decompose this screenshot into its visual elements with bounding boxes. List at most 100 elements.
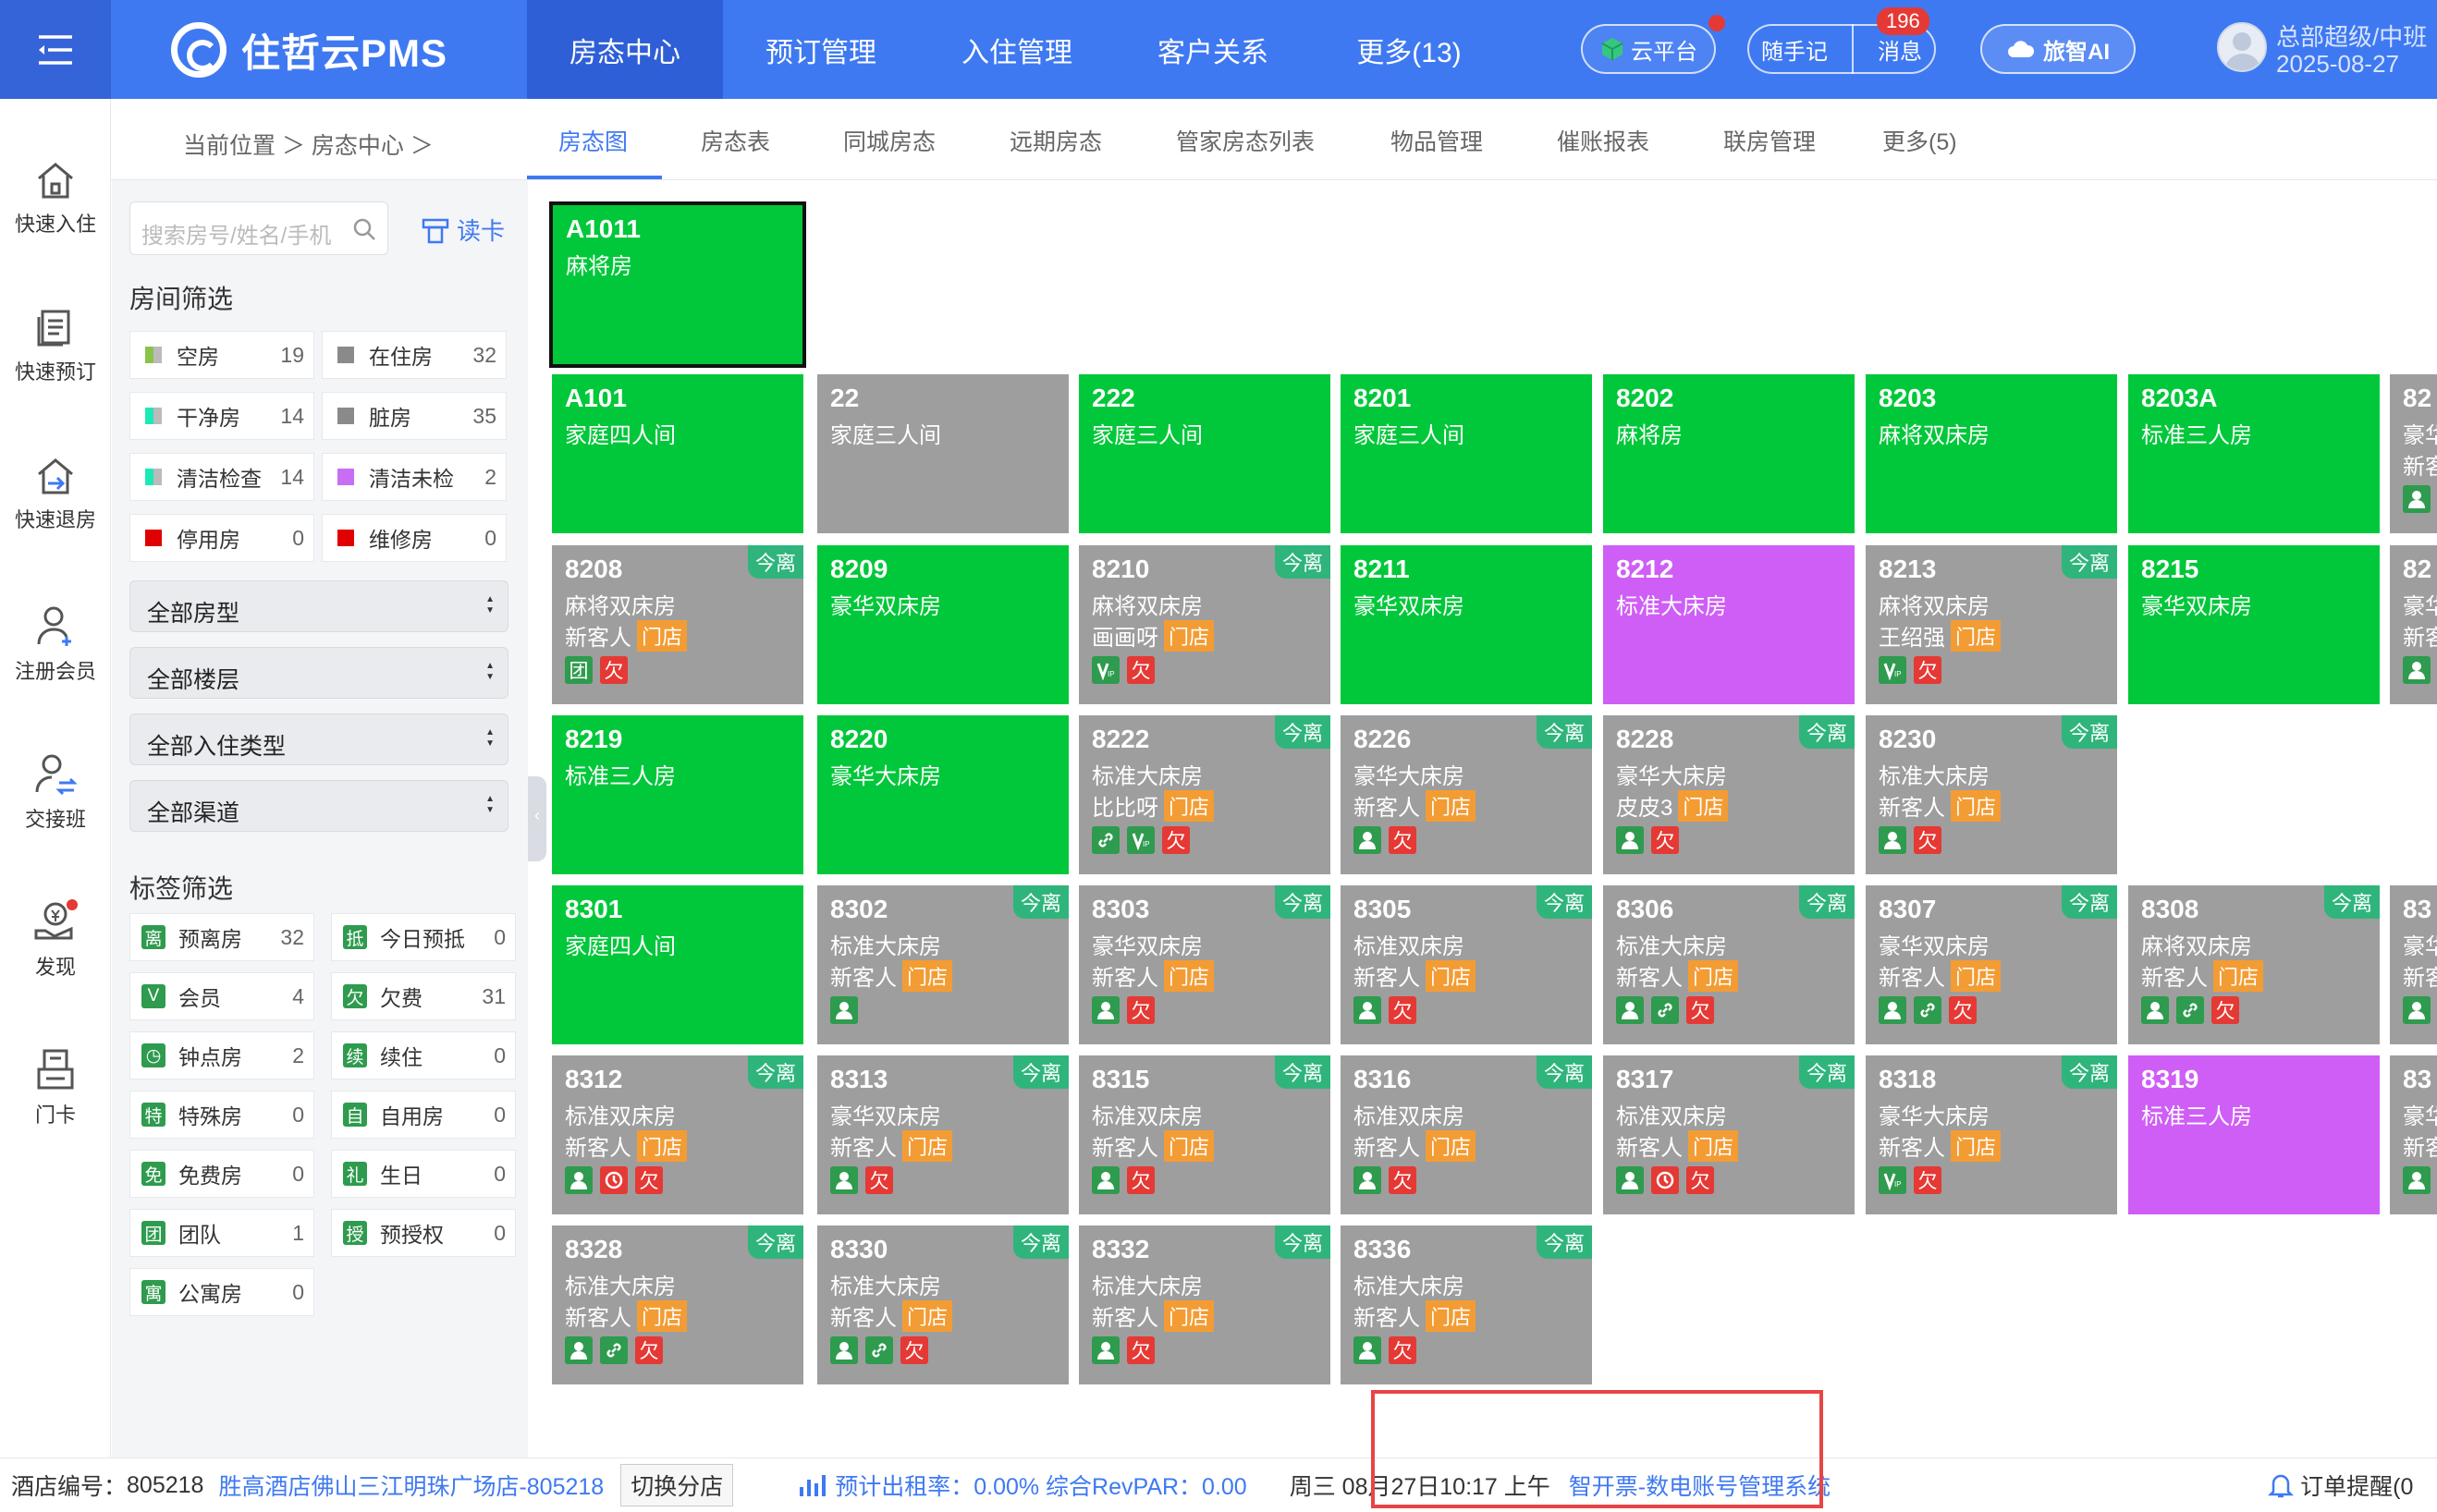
stat-out-of-service[interactable]: 停用房 0 xyxy=(129,514,314,562)
room-card-8228[interactable]: 8228 豪华大床房 皮皮3 门店 今离欠 xyxy=(1603,715,1855,874)
order-reminder[interactable]: 订单提醒(0 xyxy=(2300,1469,2413,1502)
room-card-8328[interactable]: 8328 标准大床房 新客人 门店 今离欠 xyxy=(552,1225,803,1384)
menu-toggle-button[interactable] xyxy=(0,0,111,99)
read-card-button[interactable]: 读卡 xyxy=(422,213,505,247)
stat-clean[interactable]: 干净房 14 xyxy=(129,392,314,440)
room-card-8203A[interactable]: 8203A 标准三人房 xyxy=(2128,374,2380,533)
cloud-platform-button[interactable]: 云平台 xyxy=(1581,24,1716,74)
room-card-8319[interactable]: 8319 标准三人房 xyxy=(2128,1055,2380,1214)
room-card-A1011[interactable]: A1011 麻将房 xyxy=(549,201,806,368)
room-card-8301[interactable]: 8301 家庭四人间 xyxy=(552,885,803,1044)
collapse-panel-handle[interactable]: ‹ xyxy=(528,776,546,861)
rail-quick-reservation[interactable]: 快速预订 xyxy=(0,308,111,385)
stat-dirty[interactable]: 脏房 35 xyxy=(322,392,507,440)
tag-filter-item[interactable]: ◷ 钟点房 2 xyxy=(129,1031,314,1079)
room-card-8312[interactable]: 8312 标准双床房 新客人 门店 今离欠 xyxy=(552,1055,803,1214)
nav-room-status-center[interactable]: 房态中心 xyxy=(527,0,723,99)
tab-future-room-status[interactable]: 远期房态 xyxy=(1010,124,1102,157)
room-card-8306[interactable]: 8306 标准大床房 新客人 门店 今离欠 xyxy=(1603,885,1855,1044)
switch-branch-button[interactable]: 切换分店 xyxy=(620,1464,734,1506)
tag-filter-item[interactable]: 免免费房 0 xyxy=(129,1150,314,1198)
stat-occupied[interactable]: 在住房 32 xyxy=(322,331,507,379)
tag-filter-item[interactable]: 自自用房 0 xyxy=(331,1091,516,1139)
tab-linked-rooms[interactable]: 联房管理 xyxy=(1723,124,1816,157)
room-card-22[interactable]: 22 家庭三人间 xyxy=(817,374,1069,533)
hotel-name-link[interactable]: 胜高酒店佛山三江明珠广场店-805218 xyxy=(218,1469,604,1502)
room-card-8315[interactable]: 8315 标准双床房 新客人 门店 今离欠 xyxy=(1079,1055,1330,1214)
stat-clean-uninspected[interactable]: 清洁未检 2 xyxy=(322,453,507,501)
room-type-select[interactable]: 全部房型 xyxy=(129,580,508,632)
forecast-stats[interactable]: 预计出租率：0.00% 综合RevPAR：0.00 xyxy=(835,1469,1247,1502)
rail-register-member[interactable]: 注册会员 xyxy=(0,604,111,685)
room-card-8209[interactable]: 8209 豪华双床房 xyxy=(817,545,1069,704)
room-card-222[interactable]: 222 家庭三人间 xyxy=(1079,374,1330,533)
room-card-8201[interactable]: 8201 家庭三人间 xyxy=(1341,374,1592,533)
room-search-input[interactable]: 搜索房号/姓名/手机 xyxy=(129,201,388,255)
room-card-8307[interactable]: 8307 豪华双床房 新客人 门店 今离欠 xyxy=(1866,885,2117,1044)
room-card-8332[interactable]: 8332 标准大床房 新客人 门店 今离欠 xyxy=(1079,1225,1330,1384)
checkin-type-select[interactable]: 全部入住类型 xyxy=(129,713,508,765)
stat-vacant[interactable]: 空房 19 xyxy=(129,331,314,379)
room-card-8222[interactable]: 8222 标准大床房 比比呀 门店 今离 IP 欠 xyxy=(1079,715,1330,874)
room-card-8215[interactable]: 8215 豪华双床房 xyxy=(2128,545,2380,704)
channel-select[interactable]: 全部渠道 xyxy=(129,780,508,832)
messages-button[interactable]: 消息 xyxy=(1878,33,1922,66)
room-card-8203[interactable]: 8203 麻将双床房 xyxy=(1866,374,2117,533)
rail-discover[interactable]: 发现 xyxy=(0,899,111,981)
room-card-8212[interactable]: 8212 标准大床房 xyxy=(1603,545,1855,704)
tag-filter-item[interactable]: V 会员 4 xyxy=(129,972,314,1020)
room-card-8211[interactable]: 8211 豪华双床房 xyxy=(1341,545,1592,704)
tag-filter-item[interactable]: 礼生日 0 xyxy=(331,1150,516,1198)
room-card-8308[interactable]: 8308 麻将双床房 新客人 门店 今离欠 xyxy=(2128,885,2380,1044)
room-card-83[interactable]: 83 豪华 新客 xyxy=(2390,885,2437,1044)
room-card-8330[interactable]: 8330 标准大床房 新客人 门店 今离欠 xyxy=(817,1225,1069,1384)
tab-more[interactable]: 更多(5) xyxy=(1882,124,1957,157)
stat-maintenance[interactable]: 维修房 0 xyxy=(322,514,507,562)
tab-dunning-report[interactable]: 催账报表 xyxy=(1557,124,1649,157)
user-avatar[interactable] xyxy=(2217,22,2267,72)
rail-quick-checkin[interactable]: 快速入住 xyxy=(0,160,111,238)
search-icon[interactable] xyxy=(351,216,377,242)
tab-city-room-status[interactable]: 同城房态 xyxy=(843,124,936,157)
nav-customer-relations[interactable]: 客户关系 xyxy=(1115,0,1311,99)
room-card-82[interactable]: 82 豪华 新客 xyxy=(2390,374,2437,533)
rail-quick-checkout[interactable]: 快速退房 xyxy=(0,456,111,533)
tab-room-status-table[interactable]: 房态表 xyxy=(701,124,770,157)
room-card-8230[interactable]: 8230 标准大床房 新客人 门店 今离欠 xyxy=(1866,715,2117,874)
room-card-82[interactable]: 82 豪华 新客 xyxy=(2390,545,2437,704)
nav-reservation-management[interactable]: 预订管理 xyxy=(723,0,919,99)
room-card-8303[interactable]: 8303 豪华双床房 新客人 门店 今离欠 xyxy=(1079,885,1330,1044)
tag-filter-item[interactable]: 离预离房 32 xyxy=(129,913,314,961)
tag-filter-item[interactable]: 寓公寓房 0 xyxy=(129,1268,314,1316)
quick-note-button[interactable]: 随手记 xyxy=(1761,33,1828,66)
ai-assistant-button[interactable]: 旅智AI xyxy=(1980,24,2136,74)
tab-items-management[interactable]: 物品管理 xyxy=(1390,124,1483,157)
room-card-8213[interactable]: 8213 麻将双床房 王绍强 门店 今离 IP 欠 xyxy=(1866,545,2117,704)
nav-checkin-management[interactable]: 入住管理 xyxy=(919,0,1115,99)
tag-filter-item[interactable]: 团团队 1 xyxy=(129,1209,314,1257)
room-card-8202[interactable]: 8202 麻将房 xyxy=(1603,374,1855,533)
nav-more[interactable]: 更多(13) xyxy=(1311,0,1507,99)
tag-filter-item[interactable]: 欠欠费 31 xyxy=(331,972,516,1020)
room-card-8336[interactable]: 8336 标准大床房 新客人 门店 今离欠 xyxy=(1341,1225,1592,1384)
room-card-8313[interactable]: 8313 豪华双床房 新客人 门店 今离欠 xyxy=(817,1055,1069,1214)
room-card-8210[interactable]: 8210 麻将双床房 画画呀 门店 今离 IP 欠 xyxy=(1079,545,1330,704)
tag-filter-item[interactable]: 授预授权 0 xyxy=(331,1209,516,1257)
room-card-8219[interactable]: 8219 标准三人房 xyxy=(552,715,803,874)
tag-filter-item[interactable]: 抵今日预抵 0 xyxy=(331,913,516,961)
floor-select[interactable]: 全部楼层 xyxy=(129,647,508,699)
stat-clean-inspected[interactable]: 清洁检查 14 xyxy=(129,453,314,501)
tag-filter-item[interactable]: 续续住 0 xyxy=(331,1031,516,1079)
room-card-8302[interactable]: 8302 标准大床房 新客人 门店 今离 xyxy=(817,885,1069,1044)
tab-housekeeping-list[interactable]: 管家房态列表 xyxy=(1176,124,1315,157)
room-card-A101[interactable]: A101 家庭四人间 xyxy=(552,374,803,533)
room-card-8305[interactable]: 8305 标准双床房 新客人 门店 今离欠 xyxy=(1341,885,1592,1044)
room-card-8316[interactable]: 8316 标准双床房 新客人 门店 今离欠 xyxy=(1341,1055,1592,1214)
room-card-8208[interactable]: 8208 麻将双床房 新客人 门店 今离团欠 xyxy=(552,545,803,704)
tag-filter-item[interactable]: 特特殊房 0 xyxy=(129,1091,314,1139)
tab-room-status-map[interactable]: 房态图 xyxy=(558,124,628,157)
room-card-8318[interactable]: 8318 豪华大床房 新客人 门店 今离 IP 欠 xyxy=(1866,1055,2117,1214)
rail-room-card[interactable]: 门卡 xyxy=(0,1047,111,1128)
room-card-8220[interactable]: 8220 豪华大床房 xyxy=(817,715,1069,874)
room-card-8317[interactable]: 8317 标准双床房 新客人 门店 今离欠 xyxy=(1603,1055,1855,1214)
